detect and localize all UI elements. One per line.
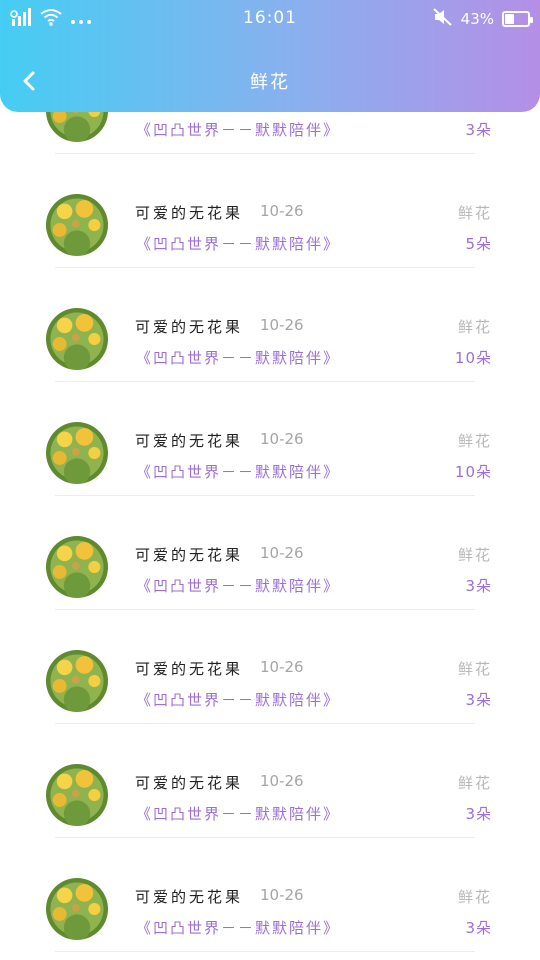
gift-date: 10-26 [260,202,304,220]
gift-row[interactable]: 可爱的无花果 10-26 《凹凸世界－－默默陪伴》 鲜花 10朵 [0,268,540,382]
work-title[interactable]: 《凹凸世界－－默默陪伴》 [136,803,340,824]
gift-row[interactable]: 可爱的无花果 10-26 《凹凸世界－－默默陪伴》 鲜花 3朵 [0,724,540,838]
gift-date: 10-26 [260,544,304,562]
user-name[interactable]: 可爱的无花果 [135,544,243,565]
gift-type: 鲜花 [457,546,492,564]
gift-type: 鲜花 [457,318,492,336]
user-name[interactable]: 可爱的无花果 [135,772,243,793]
gift-count: 3朵 [465,577,492,595]
gift-date: 10-26 [260,772,304,790]
gift-date: 10-26 [260,316,304,334]
gift-count: 3朵 [465,805,492,823]
gift-count: 5朵 [465,235,492,253]
work-title[interactable]: 《凹凸世界－－默默陪伴》 [136,689,340,710]
gift-row[interactable]: 可爱的无花果 10-26 《凹凸世界－－默默陪伴》 鲜花 3朵 [0,838,540,952]
avatar[interactable] [46,878,108,940]
battery-percent: 43% [460,10,494,28]
user-name[interactable]: 可爱的无花果 [135,658,243,679]
gift-list: 可爱的无花果10-26《凹凸世界－－默默陪伴》鲜花3朵可爱的无花果10-26《凹… [0,0,540,960]
gift-type: 鲜花 [457,660,492,678]
mute-icon [432,8,453,30]
gift-count: 3朵 [465,121,492,139]
user-name[interactable]: 可爱的无花果 [135,202,243,223]
work-title[interactable]: 《凹凸世界－－默默陪伴》 [136,575,340,596]
work-title[interactable]: 《凹凸世界－－默默陪伴》 [136,347,340,368]
page-title: 鲜花 [250,72,290,93]
user-name[interactable]: 可爱的无花果 [135,430,243,451]
avatar[interactable] [46,764,108,826]
gift-count: 3朵 [465,691,492,709]
work-title[interactable]: 《凹凸世界－－默默陪伴》 [136,233,340,254]
gift-count: 3朵 [465,919,492,937]
gift-row[interactable]: 可爱的无花果 10-26 《凹凸世界－－默默陪伴》 鲜花 3朵 [0,610,540,724]
navbar: 鲜花 [0,58,540,102]
work-title[interactable]: 《凹凸世界－－默默陪伴》 [136,917,340,938]
header: 16:01 43% 鲜花 [0,0,540,112]
work-title[interactable]: 《凹凸世界－－默默陪伴》 [136,119,340,140]
gift-date: 10-26 [260,658,304,676]
user-name[interactable]: 可爱的无花果 [135,886,243,907]
avatar[interactable] [46,194,108,256]
gift-row[interactable]: 可爱的无花果 10-26 《凹凸世界－－默默陪伴》 鲜花 5朵 [0,154,540,268]
gift-date: 10-26 [260,430,304,448]
gift-type: 鲜花 [457,888,492,906]
avatar[interactable] [46,650,108,712]
avatar[interactable] [46,422,108,484]
gift-date: 10-26 [260,886,304,904]
work-title[interactable]: 《凹凸世界－－默默陪伴》 [136,461,340,482]
battery-icon [502,11,533,27]
row-divider [55,951,475,952]
gift-type: 鲜花 [457,204,492,222]
avatar[interactable] [46,308,108,370]
avatar[interactable] [46,536,108,598]
user-name[interactable]: 可爱的无花果 [135,316,243,337]
gift-count: 10朵 [454,463,492,481]
status-right: 43% [432,8,533,30]
gift-count: 10朵 [454,349,492,367]
gift-row[interactable]: 可爱的无花果 10-26 《凹凸世界－－默默陪伴》 鲜花 3朵 [0,496,540,610]
battery-level [505,14,514,24]
gift-row[interactable]: 可爱的无花果 10-26 《凹凸世界－－默默陪伴》 鲜花 10朵 [0,382,540,496]
gift-type: 鲜花 [457,432,492,450]
status-bar: 16:01 43% [0,0,540,38]
gift-type: 鲜花 [457,774,492,792]
